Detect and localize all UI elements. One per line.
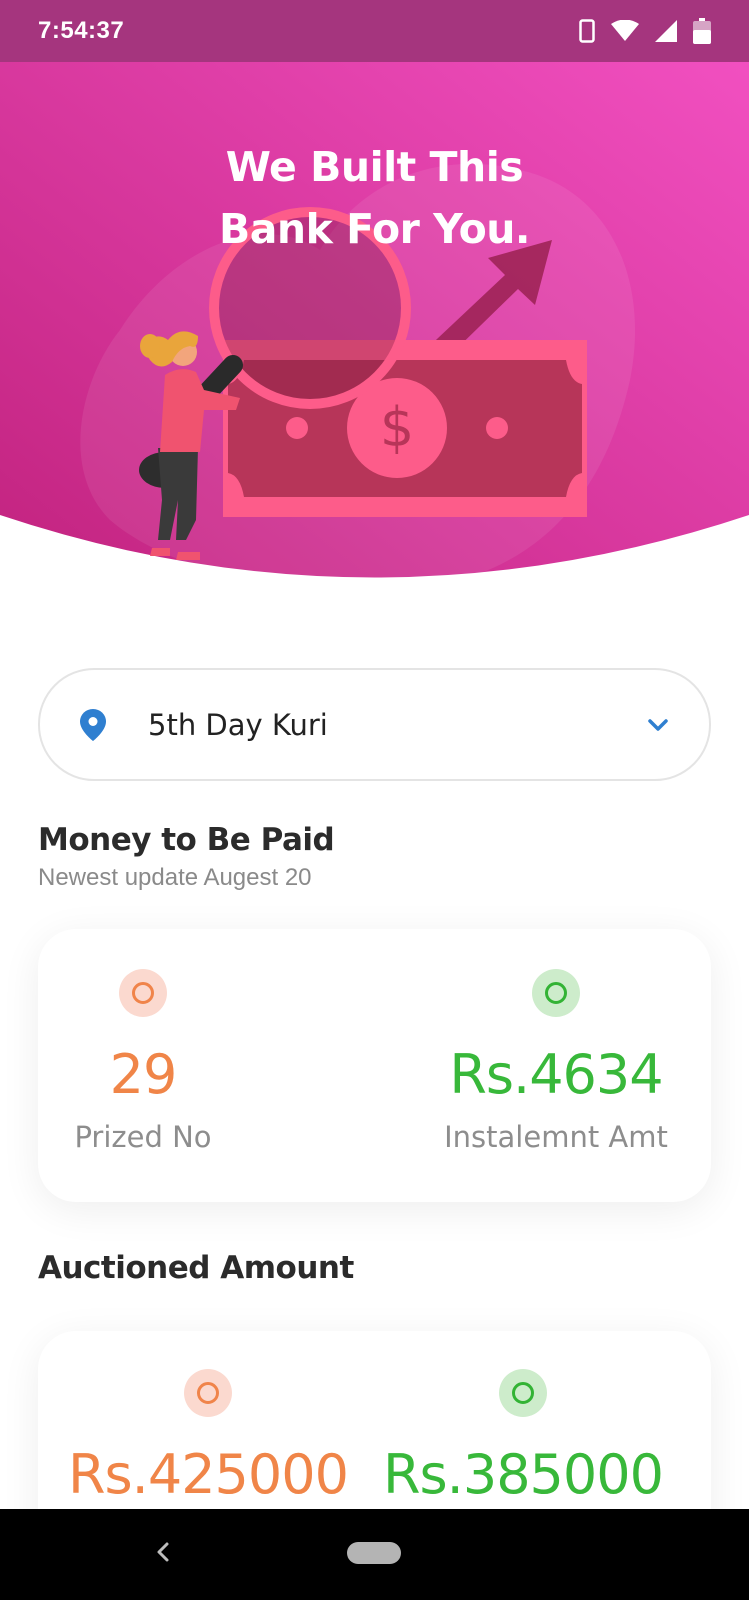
auctioned-second-stat: Rs.385000	[378, 1369, 668, 1506]
auctioned-first-stat: Rs.425000	[68, 1369, 349, 1506]
battery-icon	[693, 18, 711, 44]
system-nav-bar	[0, 1509, 749, 1600]
green-dot-icon	[499, 1369, 547, 1417]
phone-icon	[579, 19, 595, 43]
back-icon[interactable]	[152, 1537, 174, 1567]
signal-icon	[655, 20, 677, 42]
hero-banner: We Built This Bank For You. $	[0, 0, 749, 600]
chevron-down-icon[interactable]	[647, 718, 669, 732]
instalment-value: Rs.4634	[449, 1043, 663, 1106]
green-dot-icon	[532, 969, 580, 1017]
wifi-icon	[611, 20, 639, 41]
status-bar: 7:54:37	[0, 0, 749, 62]
branch-dropdown-value: 5th Day Kuri	[148, 707, 328, 742]
auctioned-amount-title: Auctioned Amount	[38, 1250, 354, 1286]
orange-dot-icon	[184, 1369, 232, 1417]
auctioned-first-value: Rs.425000	[68, 1443, 349, 1506]
money-to-be-paid-card: 29 Prized No Rs.4634 Instalemnt Amt	[38, 929, 711, 1202]
prized-no-label: Prized No	[74, 1120, 212, 1154]
auctioned-second-value: Rs.385000	[383, 1443, 664, 1506]
money-to-be-paid-title: Money to Be Paid	[38, 822, 335, 858]
location-pin-icon	[80, 708, 106, 741]
svg-text:$: $	[380, 396, 414, 459]
home-button[interactable]	[347, 1542, 401, 1564]
hero-title-line2: Bank For You.	[218, 205, 531, 253]
hero-title: We Built This Bank For You.	[0, 136, 749, 260]
status-icons	[579, 18, 711, 44]
orange-dot-icon	[119, 969, 167, 1017]
money-search-illustration: $	[139, 207, 587, 560]
prized-no-stat: 29 Prized No	[38, 969, 248, 1154]
branch-dropdown[interactable]: 5th Day Kuri	[38, 668, 711, 781]
instalment-stat: Rs.4634 Instalemnt Amt	[406, 969, 706, 1154]
instalment-label: Instalemnt Amt	[444, 1120, 668, 1154]
prized-no-value: 29	[109, 1043, 178, 1106]
money-to-be-paid-subtitle: Newest update Augest 20	[38, 864, 312, 891]
hero-title-line1: We Built This	[225, 143, 524, 191]
status-time: 7:54:37	[38, 17, 125, 44]
